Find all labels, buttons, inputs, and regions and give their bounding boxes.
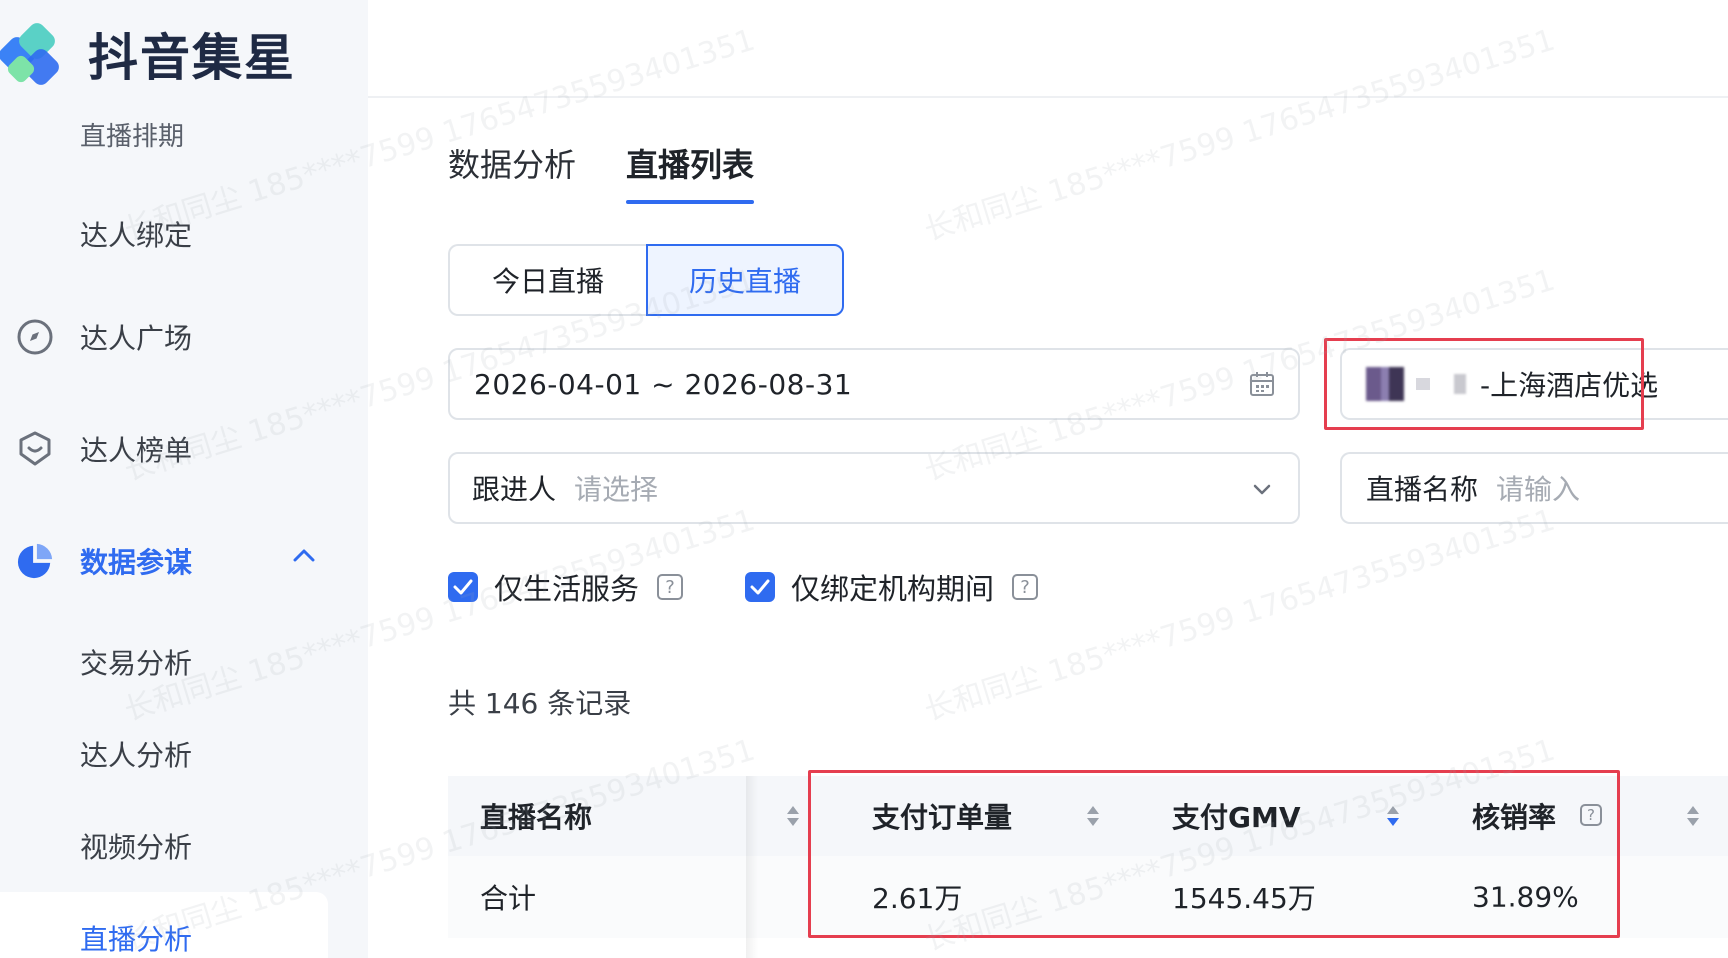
- header-divider: [368, 96, 1728, 98]
- brand-name: 抖音集星: [88, 29, 296, 87]
- sort-icon[interactable]: [1686, 804, 1700, 828]
- sidebar-item-live-analysis[interactable]: 直播分析: [0, 918, 368, 958]
- calendar-icon: [1250, 372, 1274, 396]
- sidebar-item-label: 直播排期: [80, 121, 185, 152]
- sidebar-item-label: 达人广场: [80, 322, 193, 355]
- follower-placeholder: 请选择: [574, 473, 659, 506]
- live-type-segment: 今日直播 历史直播: [448, 244, 844, 316]
- chevron-down-icon: [1253, 484, 1271, 495]
- column-header-live-name: 直播名称: [480, 801, 593, 834]
- sidebar-item-label: 达人榜单: [80, 434, 193, 467]
- pie-chart-icon: [16, 542, 54, 580]
- sidebar-item-influencer-ranking[interactable]: 达人榜单: [0, 428, 368, 470]
- sidebar-item-label: 数据参谋: [80, 546, 193, 579]
- sidebar-item-label: 直播分析: [80, 923, 193, 956]
- brand-logo[interactable]: 抖音集星: [0, 14, 296, 94]
- sidebar-item-video-analysis[interactable]: 视频分析: [0, 826, 368, 866]
- record-count: 共 146 条记录: [448, 687, 632, 720]
- sidebar-item-trade-analysis[interactable]: 交易分析: [0, 642, 368, 682]
- highlight-box-metrics: [808, 770, 1620, 938]
- sidebar-item-label: 达人分析: [80, 739, 193, 772]
- fixed-column-shadow: [746, 776, 758, 958]
- sidebar-item-label: 交易分析: [80, 647, 193, 680]
- date-range-value: 2026-04-01 ~ 2026-08-31: [474, 367, 853, 401]
- logo-icon: [0, 23, 59, 85]
- live-name-placeholder: 请输入: [1496, 473, 1581, 506]
- filter-checkboxes: 仅生活服务 ? 仅绑定机构期间 ?: [448, 566, 1100, 608]
- checkbox-checked-icon[interactable]: [448, 572, 478, 602]
- history-live-button[interactable]: 历史直播: [646, 244, 844, 316]
- sidebar-item-live-schedule[interactable]: 直播排期: [0, 114, 368, 154]
- sidebar: 抖音集星 直播排期 达人绑定 达人广场 达人榜单 数据参谋 交易分析 达人分析 …: [0, 0, 368, 958]
- checkbox-label: 仅绑定机构期间: [791, 572, 995, 606]
- sidebar-item-label: 达人绑定: [80, 219, 193, 252]
- sidebar-item-influencer-plaza[interactable]: 达人广场: [0, 316, 368, 358]
- summary-label: 合计: [480, 882, 537, 915]
- sidebar-item-influencer-binding[interactable]: 达人绑定: [0, 214, 368, 254]
- help-icon[interactable]: ?: [1012, 574, 1039, 600]
- follower-label: 跟进人: [472, 473, 557, 506]
- tab-live-list[interactable]: 直播列表: [626, 140, 755, 204]
- badge-icon: [16, 430, 54, 468]
- tab-data-analysis[interactable]: 数据分析: [448, 140, 576, 204]
- follower-select[interactable]: 跟进人 请选择: [448, 452, 1300, 524]
- chevron-up-icon[interactable]: [292, 548, 316, 562]
- checkbox-checked-icon[interactable]: [745, 572, 776, 602]
- date-range-picker[interactable]: 2026-04-01 ~ 2026-08-31: [448, 348, 1300, 420]
- sort-icon[interactable]: [786, 804, 800, 828]
- life-service-only-checkbox[interactable]: 仅生活服务 ?: [448, 566, 684, 608]
- highlight-box-shop: [1324, 338, 1644, 430]
- compass-icon: [16, 318, 54, 356]
- today-live-button[interactable]: 今日直播: [448, 244, 646, 316]
- help-icon[interactable]: ?: [657, 574, 684, 600]
- bound-period-only-checkbox[interactable]: 仅绑定机构期间 ?: [745, 566, 1039, 608]
- live-name-label: 直播名称: [1366, 473, 1479, 506]
- sidebar-item-label: 视频分析: [80, 831, 193, 864]
- checkbox-label: 仅生活服务: [494, 572, 640, 606]
- tab-bar: 数据分析 直播列表: [448, 140, 804, 204]
- live-name-field[interactable]: 直播名称 请输入: [1340, 452, 1728, 524]
- sidebar-item-influencer-analysis[interactable]: 达人分析: [0, 734, 368, 774]
